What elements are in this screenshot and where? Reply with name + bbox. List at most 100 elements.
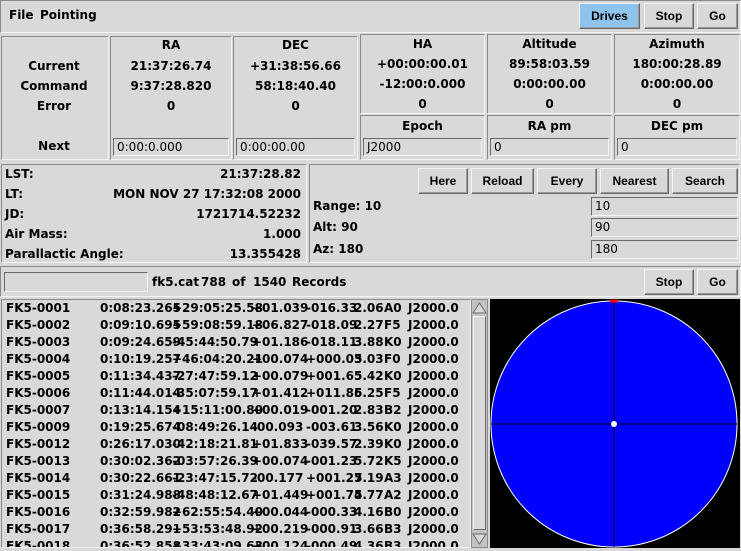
ra-title: RA	[161, 38, 181, 52]
current-label: Current	[28, 59, 80, 73]
table-cell: 2.39	[354, 437, 384, 451]
altitude-error: 0	[545, 97, 554, 111]
table-cell: 0:36:52.858	[100, 539, 181, 548]
table-cell: +15:11:00.80	[172, 403, 264, 417]
table-cell: +00.019	[252, 403, 309, 417]
table-cell: FK5-0004	[6, 352, 71, 366]
jd-label: JD:	[5, 207, 25, 221]
table-cell: J2000.0	[408, 471, 459, 485]
table-cell: 0:30:02.362	[100, 454, 181, 468]
table-cell: -45:44:50.79	[172, 335, 258, 349]
search-button[interactable]: Search	[672, 168, 738, 194]
table-cell: A0	[384, 301, 402, 315]
table-cell: -001.20	[306, 403, 358, 417]
table-cell: -35:07:59.17	[172, 386, 258, 400]
table-cell: F0	[384, 352, 401, 366]
table-cell: 0:13:14.154	[100, 403, 181, 417]
sky-view[interactable]	[490, 299, 740, 548]
dec-error: 0	[291, 99, 300, 113]
table-cell: FK5-0006	[6, 386, 71, 400]
table-cell: FK5-0017	[6, 522, 71, 536]
azimuth-error: 0	[672, 97, 682, 111]
ra-next-input[interactable]: 0:00:0.000	[113, 138, 229, 156]
table-cell: -08:49:26.14	[172, 420, 258, 434]
table-cell: 0:31:24.988	[100, 488, 181, 502]
table-cell: -000.33	[306, 505, 358, 519]
table-cell: 0:09:24.659	[100, 335, 181, 349]
table-cell: J2000.0	[408, 505, 459, 519]
table-cell: -27:47:59.12	[172, 369, 258, 383]
az-label: Az: 180	[313, 242, 364, 256]
catalog-list[interactable]: FK5-0001 0:08:23.265 +29:05:25.58 +01.039 -0…	[1, 299, 471, 548]
dec-pm-title: DEC pm	[650, 119, 704, 133]
table-cell: -016.33	[306, 301, 358, 315]
here-button[interactable]: Here	[418, 168, 468, 194]
file-menu[interactable]: File	[9, 8, 34, 22]
table-cell: 0:32:59.982	[100, 505, 181, 519]
table-cell: +53:53:48.92	[172, 522, 264, 536]
reload-button[interactable]: Reload	[471, 168, 534, 194]
catalog-go-button[interactable]: Go	[697, 269, 738, 295]
table-cell: J2000.0	[408, 420, 459, 434]
table-cell: K0	[384, 335, 402, 349]
alt-input[interactable]: 90	[591, 218, 738, 237]
table-cell: FK5-0015	[6, 488, 71, 502]
nearest-button[interactable]: Nearest	[600, 168, 669, 194]
drives-button[interactable]: Drives	[579, 3, 640, 29]
table-cell: -018.11	[306, 335, 358, 349]
table-cell: +01.412	[252, 386, 309, 400]
table-cell: -000.91	[306, 522, 358, 536]
table-cell: 0:10:19.257	[100, 352, 181, 366]
epoch-input[interactable]: J2000	[363, 138, 482, 156]
zenith-marker	[611, 421, 617, 427]
table-cell: 0:11:44.014	[100, 386, 181, 400]
table-cell: FK5-0014	[6, 471, 71, 485]
catalog-total: 1540	[253, 275, 287, 289]
table-cell: -42:18:21.81	[172, 437, 258, 451]
stop-button[interactable]: Stop	[644, 3, 694, 29]
table-cell: FK5-0012	[6, 437, 71, 451]
table-cell: F5	[384, 318, 401, 332]
go-button[interactable]: Go	[697, 3, 738, 29]
airmass-value: 1.000	[263, 227, 301, 241]
ha-current: +00:00:00.01	[376, 57, 468, 71]
catalog-stop-button[interactable]: Stop	[644, 269, 694, 295]
ra-pm-input[interactable]: 0	[490, 138, 609, 156]
table-cell: 5.03	[354, 352, 384, 366]
table-cell: FK5-0007	[6, 403, 71, 417]
table-cell: J2000.0	[408, 335, 459, 349]
table-cell: FK5-0018	[6, 539, 71, 548]
table-cell: A2	[384, 488, 402, 502]
table-cell: 0:11:34.437	[100, 369, 181, 383]
next-label: Next	[38, 139, 70, 153]
table-cell: +01.833	[252, 437, 309, 451]
ha-command: -12:00:0.000	[379, 77, 466, 91]
sky-chart[interactable]	[490, 299, 740, 548]
scroll-up-arrow-icon[interactable]	[472, 301, 487, 315]
az-input[interactable]: 180	[591, 240, 738, 259]
table-cell: +00.124	[252, 539, 309, 548]
catalog-count: 788	[201, 275, 227, 289]
table-cell: B3	[384, 539, 402, 548]
table-cell: 0:30:22.661	[100, 471, 181, 485]
pointing-menu[interactable]: Pointing	[40, 8, 97, 22]
every-button[interactable]: Every	[537, 168, 597, 194]
lt-value: MON NOV 27 17:32:08 2000	[113, 187, 301, 201]
table-cell: 5.25	[354, 386, 384, 400]
table-cell: +06.827	[252, 318, 309, 332]
table-cell: J2000.0	[408, 437, 459, 451]
dec-pm-input[interactable]: 0	[617, 138, 737, 156]
range-input[interactable]: 10	[591, 197, 738, 216]
catalog-scrollbar[interactable]	[471, 299, 488, 548]
table-cell: B3	[384, 522, 402, 536]
table-cell: J2000.0	[408, 488, 459, 502]
table-cell: -001.23	[306, 454, 358, 468]
dec-next-input[interactable]: 0:00:00.00	[236, 138, 355, 156]
catalog-filter-input[interactable]	[4, 272, 148, 292]
table-cell: 2.06	[354, 301, 384, 315]
error-label: Error	[36, 99, 72, 113]
table-cell: -00.177	[252, 471, 304, 485]
scroll-down-arrow-icon[interactable]	[472, 532, 487, 546]
scroll-thumb[interactable]	[473, 316, 486, 530]
table-cell: J2000.0	[408, 539, 459, 548]
